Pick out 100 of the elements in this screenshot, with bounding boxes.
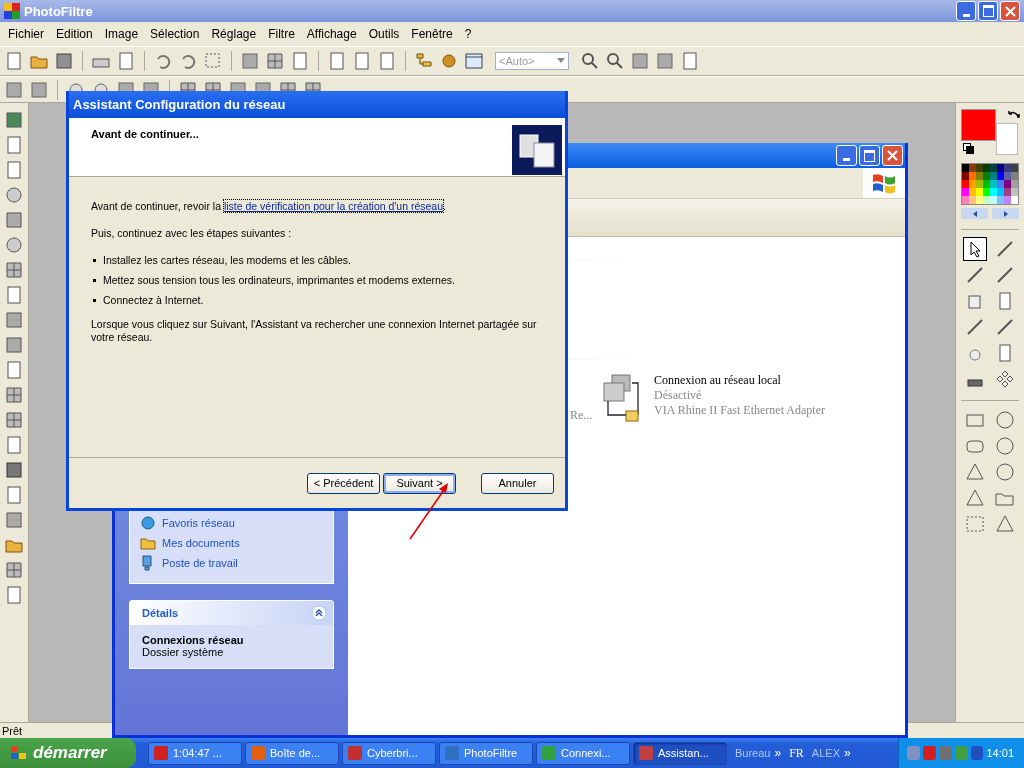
color-swatch[interactable] [962, 196, 969, 204]
square-icon[interactable] [5, 336, 23, 354]
color-swatch[interactable] [997, 196, 1004, 204]
color-swatch[interactable] [1011, 172, 1018, 180]
next-button[interactable] [992, 208, 1019, 219]
color-swatch[interactable] [1011, 188, 1018, 196]
color-swatch[interactable] [1011, 180, 1018, 188]
color-swatch[interactable] [962, 164, 969, 172]
color-swatch[interactable] [1004, 196, 1011, 204]
circle-icon[interactable] [5, 236, 23, 254]
taskbar-button[interactable]: 1:04:47 ... [148, 741, 242, 765]
menu-item[interactable]: Sélection [144, 27, 206, 41]
color-swatch[interactable] [990, 164, 997, 172]
task-link[interactable]: Favoris réseau [162, 517, 235, 529]
color-swatch[interactable] [976, 180, 983, 188]
select-icon[interactable] [203, 51, 223, 71]
task-link[interactable]: Poste de travail [162, 557, 238, 569]
square-icon[interactable] [240, 51, 260, 71]
tray-icon[interactable] [922, 746, 936, 760]
circle-icon[interactable] [994, 461, 1016, 483]
background-color[interactable] [996, 123, 1018, 155]
color-swatch[interactable] [1004, 188, 1011, 196]
color-swatch[interactable] [983, 188, 990, 196]
color-swatch[interactable] [962, 188, 969, 196]
circle-icon[interactable] [994, 435, 1016, 457]
color-swatch[interactable] [983, 172, 990, 180]
color-swatch[interactable] [969, 196, 976, 204]
color-swatch[interactable] [1011, 164, 1018, 172]
color-swatch[interactable] [997, 180, 1004, 188]
previous-button[interactable] [961, 208, 988, 219]
foreground-color[interactable] [961, 109, 996, 141]
minimize-button[interactable] [956, 1, 976, 21]
minimize-button[interactable] [836, 145, 857, 166]
color-swatch[interactable] [969, 172, 976, 180]
dialog-button[interactable]: Suivant > [383, 472, 456, 494]
taskbar-button[interactable]: PhotoFiltre [439, 741, 533, 765]
color-swatch[interactable] [1004, 180, 1011, 188]
dialog-button[interactable]: Annuler [481, 472, 554, 494]
square-icon[interactable] [655, 51, 675, 71]
square-icon[interactable] [29, 79, 49, 100]
menu-item[interactable]: Edition [50, 27, 99, 41]
menu-item[interactable]: Fichier [2, 27, 50, 41]
dialog-button[interactable]: < Précédent [307, 472, 380, 494]
window-title: PhotoFiltre [24, 3, 93, 19]
color-swatch[interactable] [997, 164, 1004, 172]
taskbar-button[interactable]: Connexi... [536, 741, 630, 765]
menu-item[interactable]: Affichage [300, 27, 363, 41]
reset-colors-icon[interactable] [963, 143, 975, 155]
magnifier-icon[interactable] [580, 51, 600, 71]
square-icon[interactable] [5, 311, 23, 329]
color-swatch[interactable] [997, 188, 1004, 196]
square-icon[interactable] [4, 79, 24, 100]
color-swatch[interactable] [962, 180, 969, 188]
square-icon[interactable] [5, 211, 23, 229]
menu-item[interactable]: Réglage [205, 27, 263, 41]
menu-item[interactable]: Fenêtre [405, 27, 459, 41]
tray-icon[interactable] [938, 746, 952, 760]
color-swatch[interactable] [969, 180, 976, 188]
menu-item[interactable]: Image [98, 27, 145, 41]
color-swatch[interactable] [1011, 196, 1018, 204]
color-swatch[interactable] [983, 196, 990, 204]
color-swatch[interactable] [969, 188, 976, 196]
menu-item[interactable]: Filtre [262, 27, 301, 41]
close-button[interactable] [882, 145, 903, 166]
menu-item[interactable]: Outils [362, 27, 406, 41]
taskbar-button[interactable]: Boîte de... [245, 741, 339, 765]
square-icon[interactable] [630, 51, 650, 71]
color-swatch[interactable] [990, 172, 997, 180]
task-link[interactable]: Mes documents [162, 537, 240, 549]
start-button[interactable]: démarrer [0, 738, 136, 768]
maximize-button[interactable] [859, 145, 880, 166]
restore-button[interactable] [978, 1, 998, 21]
taskbar-button[interactable]: Cyberbri... [342, 741, 436, 765]
color-swatch[interactable] [962, 172, 969, 180]
color-swatch[interactable] [997, 172, 1004, 180]
color-swatch[interactable] [983, 180, 990, 188]
collapse-icon[interactable] [311, 605, 327, 621]
language-indicator[interactable]: FR [789, 745, 804, 761]
color-swatch[interactable] [1004, 164, 1011, 172]
menu-item[interactable]: ? [458, 27, 478, 41]
color-swatch[interactable] [990, 188, 997, 196]
chevron-button[interactable]: » [844, 746, 851, 760]
color-swatch[interactable] [1004, 172, 1011, 180]
taskbar-button[interactable]: Assistan... [633, 741, 727, 765]
color-swatch[interactable] [976, 172, 983, 180]
color-swatch[interactable] [976, 196, 983, 204]
magnifier-icon[interactable] [605, 51, 625, 71]
color-swatch[interactable] [976, 188, 983, 196]
color-swatch[interactable] [969, 164, 976, 172]
tray-icon[interactable] [970, 746, 984, 760]
color-swatch[interactable] [983, 164, 990, 172]
circle-icon[interactable] [5, 186, 23, 204]
circle-icon[interactable] [994, 409, 1016, 431]
window-icon[interactable] [464, 51, 484, 71]
color-swatch[interactable] [990, 180, 997, 188]
square-icon[interactable] [5, 511, 23, 529]
chevron-button[interactable]: » [774, 746, 782, 760]
color-swatch[interactable] [990, 196, 997, 204]
close-button[interactable] [1000, 1, 1020, 21]
color-swatch[interactable] [976, 164, 983, 172]
